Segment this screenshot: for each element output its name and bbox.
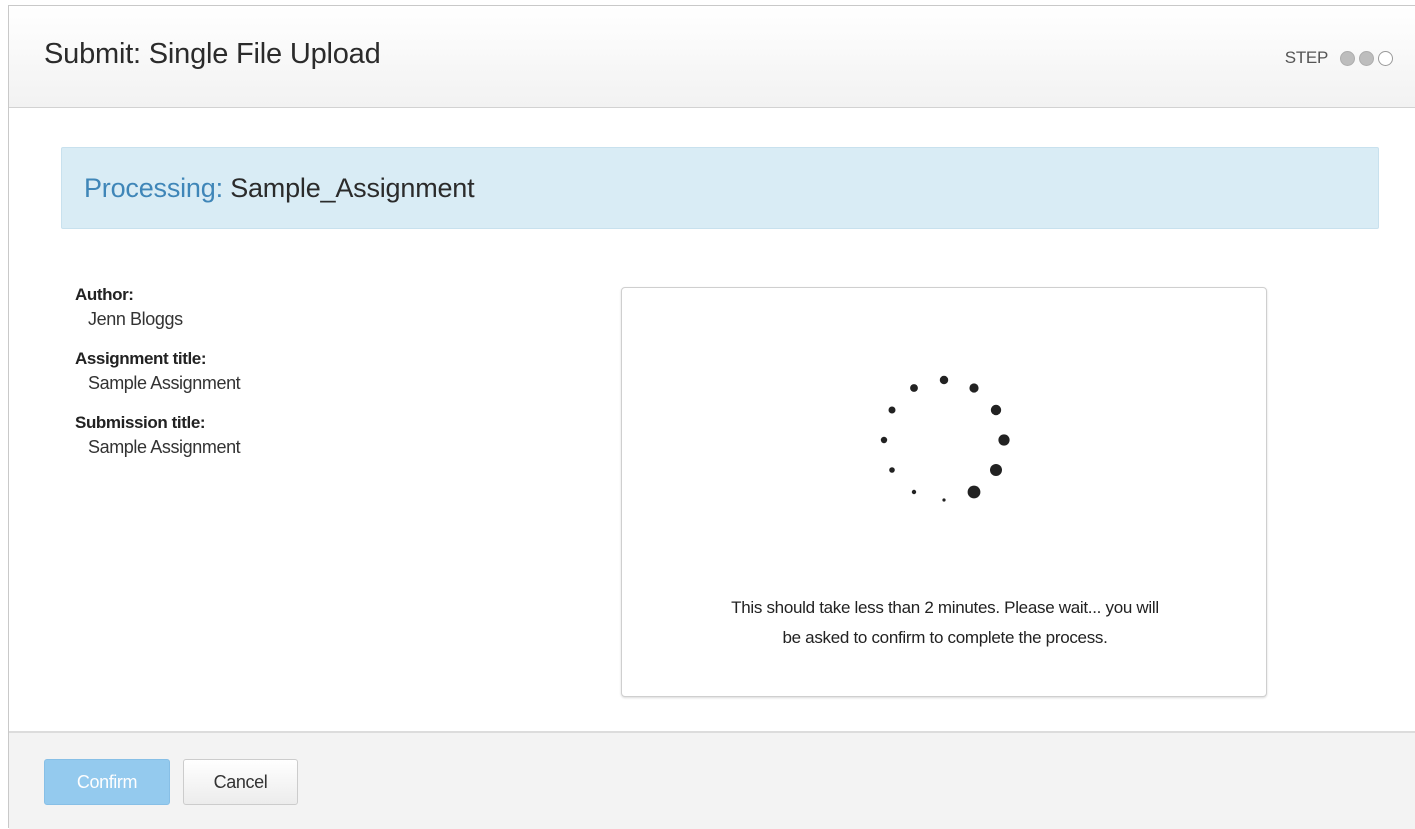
submission-details: Author: Jenn Bloggs Assignment title: Sa… [75,284,495,476]
submission-title-label: Submission title: [75,413,206,432]
submission-title-value: Sample Assignment [88,437,241,457]
processing-message: This should take less than 2 minutes. Pl… [642,593,1248,653]
step-1-complete-icon [1340,50,1355,66]
step-indicator: STEP [1285,48,1393,68]
assignment-title-value: Sample Assignment [88,373,241,393]
processing-text: Processing: Sample_Assignment [84,173,475,204]
dialog-footer: Confirm Cancel [9,731,1415,829]
processing-message-line-2: be asked to confirm to complete the proc… [782,628,1108,647]
processing-message-line-1: This should take less than 2 minutes. Pl… [731,598,1159,617]
processing-file-name: Sample_Assignment [230,173,475,203]
submission-title-detail: Submission title: Sample Assignment [75,412,495,460]
dialog-title: Submit: Single File Upload [44,38,381,70]
author-detail: Author: Jenn Bloggs [75,284,495,332]
processing-panel: This should take less than 2 minutes. Pl… [621,287,1267,697]
step-label: STEP [1284,48,1329,67]
step-3-pending-icon [1378,50,1393,66]
loading-spinner-icon [880,375,1010,502]
cancel-button[interactable]: Cancel [183,759,298,805]
processing-banner: Processing: Sample_Assignment [61,147,1379,229]
submission-dialog: Submit: Single File Upload STEP Processi… [8,5,1415,829]
assignment-title-detail: Assignment title: Sample Assignment [75,348,495,396]
step-2-complete-icon [1359,50,1374,66]
confirm-button[interactable]: Confirm [44,759,170,805]
assignment-title-label: Assignment title: [75,349,207,368]
author-label: Author: [75,285,134,304]
processing-label: Processing: [84,173,223,203]
author-value: Jenn Bloggs [88,309,183,329]
dialog-header: Submit: Single File Upload STEP [9,6,1415,108]
